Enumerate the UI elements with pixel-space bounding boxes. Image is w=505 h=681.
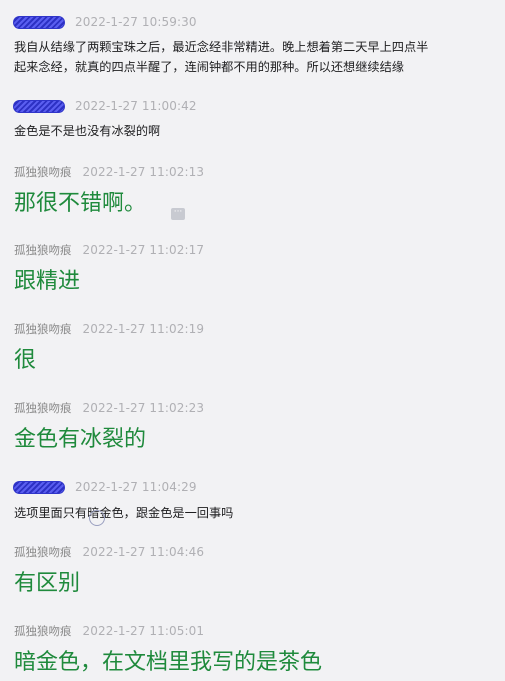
message-timestamp: 2022-1-27 11:02:17: [82, 243, 205, 257]
message-timestamp: 2022-1-27 10:59:30: [75, 15, 197, 29]
chat-message: 2022-1-27 10:59:30 我自从结缘了两颗宝珠之后，最近念经非常精进…: [0, 13, 505, 75]
chat-message: 孤独狼吻痕 2022-1-27 11:04:46 有区别: [0, 543, 505, 603]
message-text-line: 很: [14, 348, 37, 373]
sender-name: 孤独狼吻痕: [14, 243, 72, 257]
message-header: 孤独狼吻痕 2022-1-27 11:05:01: [14, 622, 204, 640]
message-timestamp: 2022-1-27 11:02:23: [82, 401, 205, 415]
message-header: 孤独狼吻痕 2022-1-27 11:02:23: [14, 399, 204, 417]
message-timestamp: 2022-1-27 11:00:42: [75, 99, 197, 113]
chat-message: 孤独狼吻痕 2022-1-27 11:02:19 很: [0, 320, 505, 380]
sender-name: 孤独狼吻痕: [14, 401, 72, 415]
message-timestamp: 2022-1-27 11:05:01: [82, 624, 205, 638]
message-header: 2022-1-27 11:04:29: [14, 478, 197, 496]
message-text-line: 跟精进: [14, 269, 81, 294]
sender-name: 孤独狼吻痕: [14, 322, 72, 336]
message-header: 2022-1-27 10:59:30: [14, 13, 197, 31]
message-timestamp: 2022-1-27 11:04:29: [75, 480, 197, 494]
message-text-line: 金色有冰裂的: [14, 427, 147, 452]
message-header: 孤独狼吻痕 2022-1-27 11:02:13: [14, 163, 204, 181]
sender-name: 孤独狼吻痕: [14, 545, 72, 559]
message-text-line: 那很不错啊。: [14, 191, 147, 216]
message-text-line: 暗金色，在文档里我写的是茶色: [14, 650, 323, 675]
chat-message: 2022-1-27 11:00:42 金色是不是也没有冰裂的啊: [0, 97, 505, 139]
message-header: 孤独狼吻痕 2022-1-27 11:02:19: [14, 320, 204, 338]
message-text-line: 金色是不是也没有冰裂的啊: [14, 124, 161, 138]
chat-message: 孤独狼吻痕 2022-1-27 11:02:13 那很不错啊。 ···: [0, 163, 505, 223]
message-timestamp: 2022-1-27 11:04:46: [82, 545, 205, 559]
mouse-cursor-ring: [89, 510, 105, 526]
message-header: 孤独狼吻痕 2022-1-27 11:02:17: [14, 241, 204, 259]
chat-message: 孤独狼吻痕 2022-1-27 11:05:01 暗金色，在文档里我写的是茶色: [0, 622, 505, 681]
chat-message: 孤独狼吻痕 2022-1-27 11:02:23 金色有冰裂的: [0, 399, 505, 459]
chat-message: 2022-1-27 11:04:29 选项里面只有暗金色，跟金色是一回事吗: [0, 478, 505, 526]
sender-name: 孤独狼吻痕: [14, 165, 72, 179]
more-dots-icon[interactable]: ···: [171, 208, 185, 220]
message-text-line: 有区别: [14, 571, 81, 596]
sender-name: 孤独狼吻痕: [14, 624, 72, 638]
redacted-sender-name: [14, 100, 64, 112]
message-timestamp: 2022-1-27 11:02:13: [82, 165, 205, 179]
message-text-line: 起来念经，就真的四点半醒了，连闹钟都不用的那种。所以还想继续结缘: [14, 60, 404, 74]
redacted-sender-name: [14, 16, 64, 28]
message-timestamp: 2022-1-27 11:02:19: [82, 322, 205, 336]
chat-message: 孤独狼吻痕 2022-1-27 11:02:17 跟精进: [0, 241, 505, 301]
message-text-line: 我自从结缘了两颗宝珠之后，最近念经非常精进。晚上想着第二天早上四点半: [14, 40, 429, 54]
message-header: 2022-1-27 11:00:42: [14, 97, 197, 115]
message-header: 孤独狼吻痕 2022-1-27 11:04:46: [14, 543, 204, 561]
redacted-sender-name: [14, 481, 64, 493]
message-text-line: 选项里面只有暗金色，跟金色是一回事吗: [14, 506, 234, 520]
